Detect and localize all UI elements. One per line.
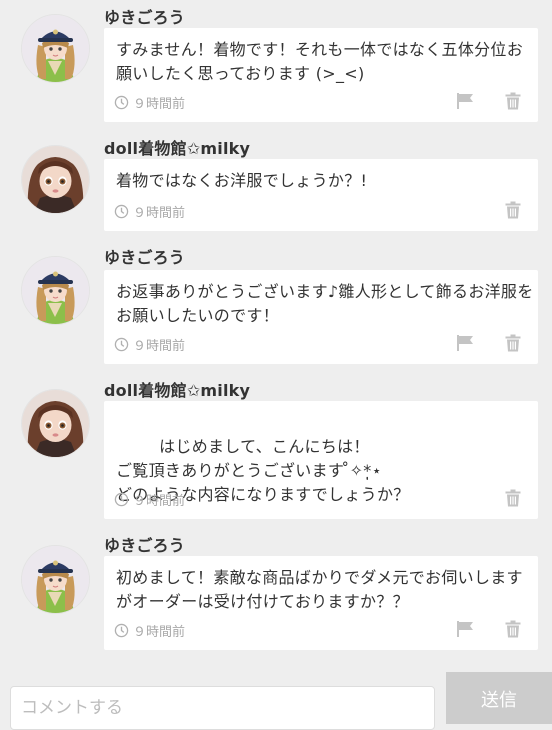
doll-avatar-cap (22, 546, 89, 613)
comment-time: ９時間前 (114, 490, 185, 509)
comment-time: ９時間前 (114, 621, 185, 640)
trash-icon (505, 201, 521, 219)
user-avatar[interactable] (22, 390, 89, 457)
delete-button[interactable] (502, 618, 524, 640)
doll-avatar-cap (22, 257, 89, 324)
comment-message-line: はじめまして、こんにちは！ ご覧頂きありがとうございます ̊✧*̣̩⋆ (116, 437, 382, 480)
doll-avatar-brown (22, 390, 89, 457)
comment-bubble: お返事ありがとうございます♪雛人形として飾るお洋服をお願いしたいのです！ ９時間… (104, 270, 538, 364)
comment-bubble: 着物ではなくお洋服でしょうか？! ９時間前 (104, 159, 538, 231)
clock-icon (114, 623, 129, 638)
clock-icon (114, 204, 129, 219)
delete-button[interactable] (502, 199, 524, 221)
comment-message: はじめまして、こんにちは！ ご覧頂きありがとうございます ̊✧*̣̩⋆ どのような… (116, 411, 534, 531)
trash-icon (505, 620, 521, 638)
user-avatar[interactable] (22, 146, 89, 213)
comment-time-label: ９時間前 (133, 625, 186, 640)
report-button[interactable] (454, 90, 476, 112)
comment-time: ９時間前 (114, 335, 185, 354)
user-avatar[interactable] (22, 15, 89, 82)
report-button[interactable] (454, 332, 476, 354)
flag-icon (457, 335, 473, 351)
comment-username[interactable]: doll着物館✩milky (104, 135, 250, 159)
delete-button[interactable] (502, 487, 524, 509)
delete-button[interactable] (502, 332, 524, 354)
comment-message: お返事ありがとうございます♪雛人形として飾るお洋服をお願いしたいのです！ (116, 282, 534, 325)
doll-avatar-cap (22, 15, 89, 82)
trash-icon (505, 334, 521, 352)
flag-icon (457, 93, 473, 109)
comment-username[interactable]: doll着物館✩milky (104, 377, 250, 401)
clock-icon (114, 95, 129, 110)
comment-time: ９時間前 (114, 202, 185, 221)
send-button[interactable]: 送信 (446, 672, 552, 724)
comment-message: 初めまして！素敵な商品ばかりでダメ元でお伺いしますがオーダーは受け付けております… (116, 568, 523, 611)
delete-button[interactable] (502, 90, 524, 112)
comment-time-label: ９時間前 (133, 97, 186, 112)
comment-thread: ゆきごろう すみません！着物です！それも一体ではなく五体分位お願いしたく思ってお… (0, 0, 552, 672)
comment-bubble: すみません！着物です！それも一体ではなく五体分位お願いしたく思っております (>… (104, 28, 538, 122)
comment-time-label: ９時間前 (133, 206, 186, 221)
flag-icon (457, 621, 473, 637)
clock-icon (114, 337, 129, 352)
comment-username[interactable]: ゆきごろう (104, 4, 185, 28)
trash-icon (505, 489, 521, 507)
comment-username[interactable]: ゆきごろう (104, 244, 185, 268)
comment-input[interactable] (10, 686, 435, 730)
comment-message: 着物ではなくお洋服でしょうか？! (116, 171, 368, 190)
comment-time: ９時間前 (114, 93, 185, 112)
user-avatar[interactable] (22, 257, 89, 324)
comment-time-label: ９時間前 (133, 339, 186, 354)
trash-icon (505, 92, 521, 110)
comment-time-label: ９時間前 (133, 494, 186, 509)
comment-username[interactable]: ゆきごろう (104, 532, 185, 556)
clock-icon (114, 492, 129, 507)
user-avatar[interactable] (22, 546, 89, 613)
comment-bubble: はじめまして、こんにちは！ ご覧頂きありがとうございます ̊✧*̣̩⋆ どのような… (104, 401, 538, 519)
comment-message: すみません！着物です！それも一体ではなく五体分位お願いしたく思っております (>… (116, 40, 524, 83)
doll-avatar-brown (22, 146, 89, 213)
comment-bubble: 初めまして！素敵な商品ばかりでダメ元でお伺いしますがオーダーは受け付けております… (104, 556, 538, 650)
report-button[interactable] (454, 618, 476, 640)
